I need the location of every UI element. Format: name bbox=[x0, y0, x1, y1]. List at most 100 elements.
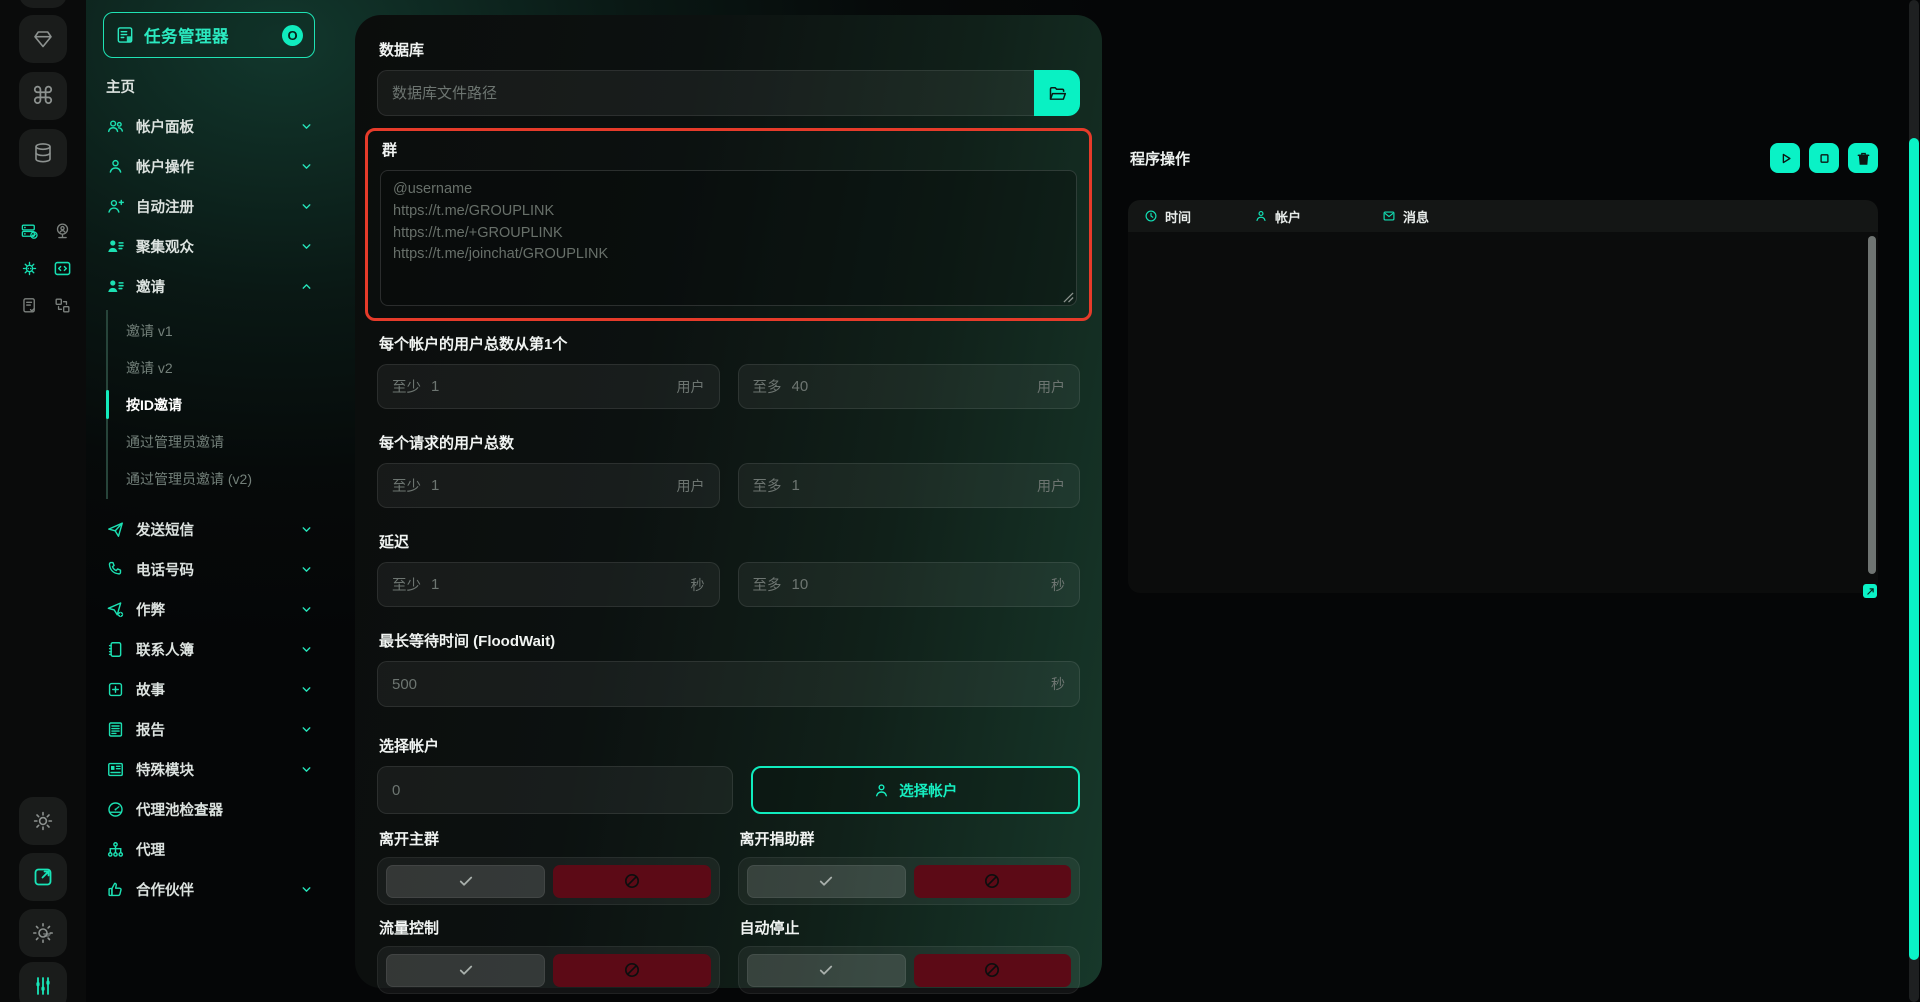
plus-square-icon bbox=[106, 680, 125, 699]
chevron-down-icon bbox=[300, 563, 313, 576]
icon-rail: ⌘ bbox=[0, 0, 86, 1002]
database-path-field bbox=[377, 70, 1034, 116]
swap-boxes-icon[interactable] bbox=[53, 296, 72, 315]
external-link-button[interactable] bbox=[19, 853, 67, 901]
sidebar-item-phone-numbers[interactable]: 电话号码 bbox=[86, 549, 337, 589]
toggle-yes-button[interactable] bbox=[747, 865, 906, 898]
sidebar-item-proxy-checker[interactable]: 代理池检查器 bbox=[86, 789, 337, 829]
sidebar-item-send-sms[interactable]: 发送短信 bbox=[86, 509, 337, 549]
chevron-down-icon bbox=[300, 120, 313, 133]
toggle-no-button[interactable] bbox=[914, 954, 1071, 987]
group-links-textarea[interactable] bbox=[380, 170, 1077, 306]
database-path-input[interactable] bbox=[392, 85, 1020, 102]
account-count-input[interactable] bbox=[392, 782, 718, 799]
sidebar-item-proxy[interactable]: 代理 bbox=[86, 829, 337, 869]
window-scrollbar-thumb[interactable] bbox=[1909, 138, 1919, 960]
database-button[interactable] bbox=[19, 129, 67, 177]
chevron-down-icon bbox=[300, 523, 313, 536]
sidebar-subitem-invite-v2[interactable]: 邀请 v2 bbox=[108, 349, 337, 386]
sidebar-item-home[interactable]: 主页 bbox=[86, 66, 337, 106]
sidebar-item-gather-audience[interactable]: 聚集观众 bbox=[86, 226, 337, 266]
chevron-down-icon bbox=[300, 603, 313, 616]
mail-icon bbox=[1382, 209, 1396, 223]
check-icon bbox=[457, 872, 475, 890]
settings-button[interactable] bbox=[19, 797, 67, 845]
leave-donor-group-field: 离开捐助群 bbox=[738, 828, 1081, 905]
sidebar-item-partners[interactable]: 合作伙伴 bbox=[86, 869, 337, 909]
gem-button[interactable] bbox=[19, 15, 67, 63]
title-badge-icon[interactable]: O bbox=[282, 25, 303, 46]
stop-button[interactable] bbox=[1809, 143, 1839, 173]
stop-icon bbox=[1816, 150, 1833, 167]
sidebar-item-account-actions[interactable]: 帐户操作 bbox=[86, 146, 337, 186]
toggle-no-button[interactable] bbox=[553, 954, 710, 987]
floodwait-input[interactable] bbox=[392, 676, 1041, 693]
gear-icon bbox=[31, 809, 55, 833]
account-count-field bbox=[377, 766, 733, 814]
app-title-box[interactable]: 任务管理器 O bbox=[103, 12, 315, 58]
users-total-max-input[interactable] bbox=[792, 378, 1028, 395]
command-button[interactable]: ⌘ bbox=[19, 72, 67, 120]
floodwait-field: 秒 bbox=[377, 661, 1080, 707]
sliders-button[interactable] bbox=[19, 962, 67, 1002]
chevron-down-icon bbox=[300, 643, 313, 656]
brightness-button[interactable] bbox=[19, 909, 67, 957]
table-scrollbar[interactable] bbox=[1868, 236, 1876, 574]
sidebar-item-label: 聚集观众 bbox=[136, 236, 194, 257]
chevron-down-icon bbox=[300, 723, 313, 736]
sidebar-subitem-invite-v1[interactable]: 邀请 v1 bbox=[108, 312, 337, 349]
rail-button-partial[interactable] bbox=[19, 0, 67, 8]
auto-stop-field: 自动停止 bbox=[738, 917, 1081, 994]
sidebar-item-special-modules[interactable]: 特殊模块 bbox=[86, 749, 337, 789]
users-per-request-min-input[interactable] bbox=[431, 477, 667, 494]
sidebar-item-label: 代理 bbox=[136, 839, 165, 860]
bot-gear-icon[interactable] bbox=[20, 259, 39, 278]
sidebar-item-invite[interactable]: 邀请 bbox=[86, 266, 337, 306]
delay-max-input[interactable] bbox=[792, 576, 1042, 593]
operations-header: 程序操作 bbox=[1110, 142, 1878, 174]
toggle-yes-button[interactable] bbox=[747, 954, 906, 987]
code-window-icon[interactable] bbox=[53, 259, 72, 278]
users-per-request-label: 每个请求的用户总数 bbox=[379, 432, 1080, 453]
invite-by-id-form-panel: 数据库 群 @username https://t.me/GROUPLINK h… bbox=[355, 15, 1102, 988]
modules-icon bbox=[106, 760, 125, 779]
sidebar-item-stories[interactable]: 故事 bbox=[86, 669, 337, 709]
table-resize-handle[interactable] bbox=[1863, 584, 1877, 598]
clear-button[interactable] bbox=[1848, 143, 1878, 173]
invite-submenu: 邀请 v1 邀请 v2 按ID邀请 通过管理员邀请 通过管理员邀请 (v2) bbox=[106, 310, 337, 499]
users-total-min-input[interactable] bbox=[431, 378, 667, 395]
sidebar-item-auto-register[interactable]: 自动注册 bbox=[86, 186, 337, 226]
server-check-icon[interactable] bbox=[20, 222, 39, 241]
select-account-button[interactable]: 选择帐户 bbox=[751, 766, 1081, 814]
toggle-yes-button[interactable] bbox=[386, 954, 545, 987]
toggle-no-button[interactable] bbox=[553, 865, 710, 898]
database-icon bbox=[31, 141, 55, 165]
sidebar-item-account-panel[interactable]: 帐户面板 bbox=[86, 106, 337, 146]
webcam-person-icon[interactable] bbox=[53, 222, 72, 241]
sun-icon bbox=[31, 921, 55, 945]
person-lines-icon bbox=[106, 277, 125, 296]
sidebar-subitem-invite-by-id[interactable]: 按ID邀请 bbox=[108, 386, 337, 423]
leave-donor-group-toggle bbox=[738, 857, 1081, 905]
users-total-min-field: 至少 用户 bbox=[377, 364, 720, 409]
users-per-request-max-field: 至多 用户 bbox=[738, 463, 1081, 508]
sidebar-item-reports[interactable]: 报告 bbox=[86, 709, 337, 749]
document-check-icon[interactable] bbox=[20, 296, 39, 315]
delay-min-input[interactable] bbox=[431, 576, 681, 593]
sidebar-subitem-invite-via-admin-v2[interactable]: 通过管理员邀请 (v2) bbox=[108, 460, 337, 497]
sidebar-item-cheat[interactable]: 作弊 bbox=[86, 589, 337, 629]
person-icon bbox=[106, 157, 125, 176]
column-time: 时间 bbox=[1144, 207, 1254, 226]
sidebar-item-label: 合作伙伴 bbox=[136, 879, 194, 900]
users-per-request-max-input[interactable] bbox=[792, 477, 1028, 494]
start-button[interactable] bbox=[1770, 143, 1800, 173]
leave-main-group-toggle bbox=[377, 857, 720, 905]
toggle-no-button[interactable] bbox=[914, 865, 1071, 898]
person-icon bbox=[1254, 209, 1268, 223]
browse-folder-button[interactable] bbox=[1034, 70, 1080, 116]
sidebar-subitem-invite-via-admin[interactable]: 通过管理员邀请 bbox=[108, 423, 337, 460]
sidebar-item-contact-book[interactable]: 联系人簿 bbox=[86, 629, 337, 669]
sliders-icon bbox=[31, 974, 55, 998]
toggle-yes-button[interactable] bbox=[386, 865, 545, 898]
program-operations-panel: 程序操作 时间 帐户 消息 bbox=[1110, 142, 1878, 593]
